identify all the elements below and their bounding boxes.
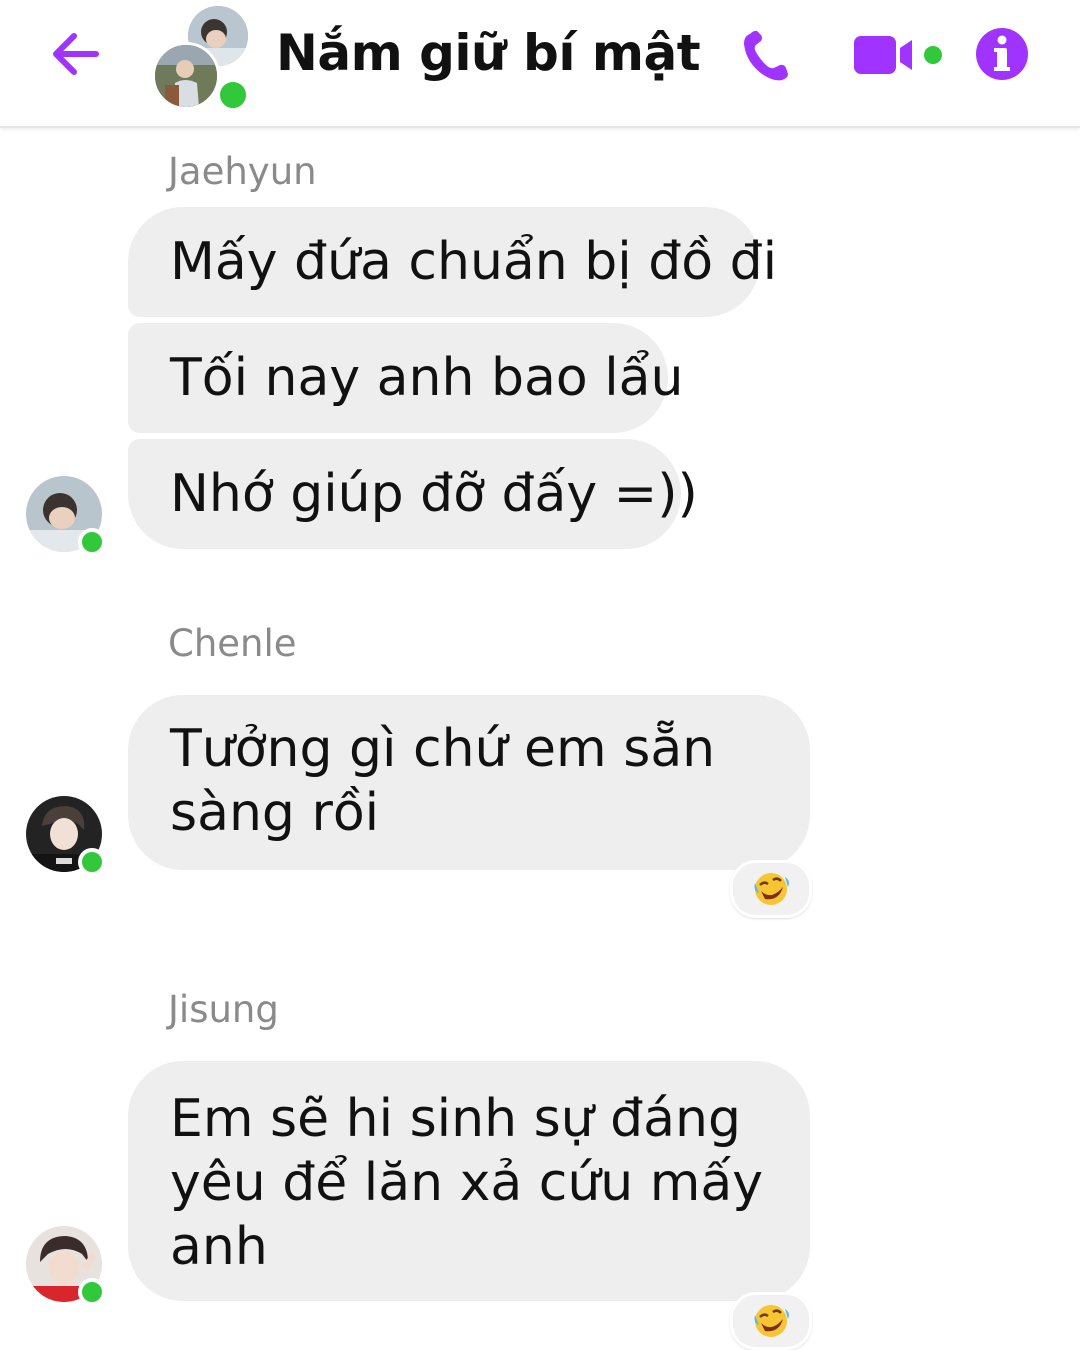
chat-header: Nắm giữ bí mật <box>0 0 1080 128</box>
message-bubble[interactable]: Nhớ giúp đỡ đấy =)) <box>128 439 698 549</box>
message-text-line: yêu để lăn xả cứu mấy <box>170 1153 764 1213</box>
online-indicator <box>78 848 106 876</box>
online-indicator <box>78 1278 106 1306</box>
voice-call-button[interactable] <box>736 24 796 88</box>
sender-avatar[interactable] <box>26 1226 106 1306</box>
sender-avatar[interactable] <box>26 796 106 876</box>
video-call-button[interactable] <box>852 24 948 88</box>
sender-name: Jisung <box>168 988 279 1031</box>
chat-title[interactable]: Nắm giữ bí mật <box>276 24 701 82</box>
info-icon <box>976 28 1028 80</box>
member-avatar-2 <box>152 42 220 110</box>
message-text-line: Em sẽ hi sinh sự đáng <box>170 1089 741 1149</box>
message-bubble[interactable]: Em sẽ hi sinh sự đáng yêu để lăn xả cứu … <box>128 1061 810 1301</box>
message-reaction[interactable] <box>730 860 812 918</box>
sender-name: Jaehyun <box>168 150 317 193</box>
online-indicator <box>78 528 106 556</box>
sender-name: Chenle <box>168 622 297 665</box>
online-indicator <box>216 78 250 112</box>
message-bubble[interactable]: Mấy đứa chuẩn bị đồ đi <box>128 207 777 317</box>
arrow-left-icon <box>53 33 99 75</box>
message-bubble[interactable]: Tưởng gì chứ em sẵn sàng rồi <box>128 695 810 870</box>
video-camera-icon <box>854 36 942 74</box>
group-avatar[interactable] <box>150 6 250 112</box>
laughing-crying-emoji-icon <box>754 873 789 905</box>
message-text-line: Tưởng gì chứ em sẵn <box>170 719 716 779</box>
sender-avatar[interactable] <box>26 476 106 556</box>
message-text-line: anh <box>170 1217 268 1277</box>
back-button[interactable] <box>44 22 108 86</box>
message-text: Nhớ giúp đỡ đấy =)) <box>170 464 698 524</box>
message-text: Mấy đứa chuẩn bị đồ đi <box>170 232 778 292</box>
laughing-crying-emoji-icon <box>754 1305 789 1337</box>
message-text-line: sàng rồi <box>170 783 380 843</box>
message-bubble[interactable]: Tối nay anh bao lẩu <box>128 323 683 433</box>
message-reaction[interactable] <box>730 1292 812 1350</box>
info-button[interactable] <box>972 24 1032 88</box>
phone-icon <box>744 30 788 81</box>
message-text: Tối nay anh bao lẩu <box>170 348 684 408</box>
